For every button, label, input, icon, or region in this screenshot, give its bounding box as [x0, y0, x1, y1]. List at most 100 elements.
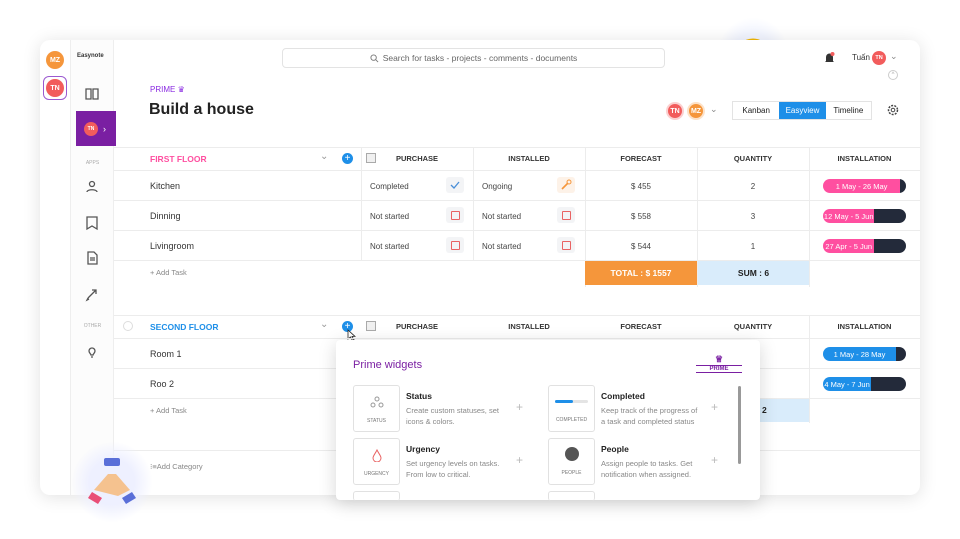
col-installation: INSTALLATION	[837, 154, 892, 163]
checkbox[interactable]	[557, 237, 575, 253]
add-task-button[interactable]: + Add Task	[150, 406, 187, 415]
add-column-button[interactable]: +	[342, 153, 353, 164]
second-floor-title[interactable]: SECOND FLOOR	[150, 322, 218, 332]
widget-title: Status	[406, 391, 432, 401]
panel-scrollbar[interactable]	[738, 386, 741, 464]
team-icon[interactable]	[84, 179, 100, 195]
map-icon[interactable]	[84, 215, 100, 231]
forecast-total: TOTAL : $ 1557	[585, 261, 697, 285]
user-avatar[interactable]: TN	[872, 51, 886, 65]
wrench-icon[interactable]	[557, 177, 575, 193]
bulb-icon[interactable]	[84, 344, 100, 360]
widget-title: Completed	[601, 391, 645, 401]
widget-desc: Set urgency levels on tasks. From low to …	[406, 459, 500, 479]
widget-desc: Keep track of the progress of a task and …	[601, 406, 698, 426]
installed-status: Ongoing	[482, 182, 513, 191]
collapse-up-icon[interactable]: ^	[888, 70, 898, 80]
search-icon	[370, 53, 379, 62]
installation-dates: 4 May - 7 Jun	[823, 377, 872, 391]
chevron-down-icon[interactable]: ⌄	[320, 151, 328, 162]
bell-icon[interactable]	[824, 52, 835, 64]
sidebar: Easynote TN › APPS OTHER	[71, 40, 116, 495]
purchase-status: Completed	[370, 182, 409, 191]
member-mz[interactable]: MZ	[687, 102, 705, 120]
installation-dates: 1 May - 28 May	[823, 347, 897, 361]
gear-icon[interactable]	[886, 103, 900, 117]
task-name[interactable]: Room 1	[150, 349, 182, 359]
task-name[interactable]: Kitchen	[150, 181, 180, 191]
chevron-down-icon[interactable]: ⌄	[890, 51, 898, 62]
prime-widgets-panel: Prime widgets ♕ PRIME STATUS Status Creat…	[336, 340, 760, 501]
installation-bar[interactable]: 1 May - 26 May	[823, 179, 906, 193]
widget-desc: Assign people to tasks. Get notification …	[601, 459, 693, 479]
page-title: Build a house	[149, 101, 254, 118]
widget-tile-people[interactable]: PEOPLE	[548, 438, 595, 485]
installation-bar[interactable]: 1 May - 28 May	[823, 347, 906, 361]
col-purchase: PURCHASE	[395, 154, 439, 163]
widget-tile-partial[interactable]	[353, 491, 400, 501]
quantity-value: 1	[750, 242, 756, 251]
panel-title: Prime widgets	[353, 359, 423, 371]
members-dropdown-icon[interactable]: ⌄	[710, 104, 718, 115]
add-category-button[interactable]: ⁝≡Add Category	[150, 462, 203, 471]
chevron-down-icon[interactable]: ⌄	[320, 319, 328, 330]
row-select-circle[interactable]	[123, 321, 133, 331]
widget-title: People	[601, 444, 629, 454]
rocket-icon[interactable]	[84, 286, 100, 302]
member-tn[interactable]: TN	[666, 102, 684, 120]
purchase-status: Not started	[370, 212, 410, 221]
document-icon[interactable]	[84, 250, 100, 266]
widget-tile-completed[interactable]: COMPLETED	[548, 385, 595, 432]
col-quantity: QUANTITY	[733, 322, 773, 331]
task-name[interactable]: Roo 2	[150, 379, 174, 389]
widget-tile-status[interactable]: STATUS	[353, 385, 400, 432]
crown-icon: ♛	[177, 85, 185, 94]
project-tn-active[interactable]: TN ›	[76, 111, 116, 146]
hands-illustration	[72, 442, 152, 522]
add-widget-button[interactable]: +	[516, 400, 523, 414]
col-forecast: FORECAST	[620, 322, 662, 331]
forecast-value: $ 558	[630, 212, 652, 221]
widget-tile-urgency[interactable]: URGENCY	[353, 438, 400, 485]
checkbox[interactable]	[446, 237, 464, 253]
quantity-value: 3	[750, 212, 756, 221]
installation-dates: 12 May - 5 Jun	[823, 209, 875, 223]
installation-bar[interactable]: 12 May - 5 Jun	[823, 209, 906, 223]
col-installation: INSTALLATION	[837, 322, 892, 331]
prime-badge: PRIME ♛	[150, 85, 185, 94]
workspace-rail: MZ TN	[40, 40, 71, 495]
col-installed: INSTALLED	[508, 154, 550, 163]
installed-status: Not started	[482, 212, 522, 221]
tab-timeline[interactable]: Timeline	[826, 102, 871, 119]
col-installed: INSTALLED	[508, 322, 550, 331]
add-widget-button[interactable]: +	[711, 453, 718, 467]
tab-easyview[interactable]: Easyview	[779, 102, 826, 119]
add-widget-button[interactable]: +	[516, 453, 523, 467]
top-bar: Search for tasks - projects - comments -…	[114, 40, 920, 80]
installation-bar[interactable]: 27 Apr - 5 Jun	[823, 239, 906, 253]
installation-dates: 27 Apr - 5 Jun	[823, 239, 875, 253]
quantity-sum: SUM : 6	[698, 261, 809, 285]
avatar-tn-selected[interactable]: TN	[43, 76, 67, 100]
col-purchase: PURCHASE	[395, 322, 439, 331]
forecast-value: $ 455	[630, 182, 652, 191]
task-name[interactable]: Livingroom	[150, 241, 194, 251]
task-name[interactable]: Dinning	[150, 211, 181, 221]
avatar-mz[interactable]: MZ	[46, 51, 64, 69]
book-icon[interactable]	[84, 86, 100, 102]
add-task-button[interactable]: + Add Task	[150, 268, 187, 277]
widget-tile-partial[interactable]	[548, 491, 595, 501]
checkbox[interactable]	[446, 207, 464, 223]
apps-label: APPS	[85, 160, 100, 166]
first-floor-title[interactable]: FIRST FLOOR	[150, 154, 207, 164]
tab-kanban[interactable]: Kanban	[733, 102, 779, 119]
installation-bar[interactable]: 4 May - 7 Jun	[823, 377, 906, 391]
add-widget-button[interactable]: +	[711, 400, 718, 414]
user-name: Tuấn	[852, 53, 870, 62]
forecast-value: $ 544	[630, 242, 652, 251]
checkbox[interactable]	[557, 207, 575, 223]
search-input[interactable]: Search for tasks - projects - comments -…	[282, 48, 665, 68]
view-switcher: Kanban Easyview Timeline	[732, 101, 872, 120]
app-logo: Easynote	[77, 53, 104, 59]
check-icon[interactable]	[446, 177, 464, 193]
